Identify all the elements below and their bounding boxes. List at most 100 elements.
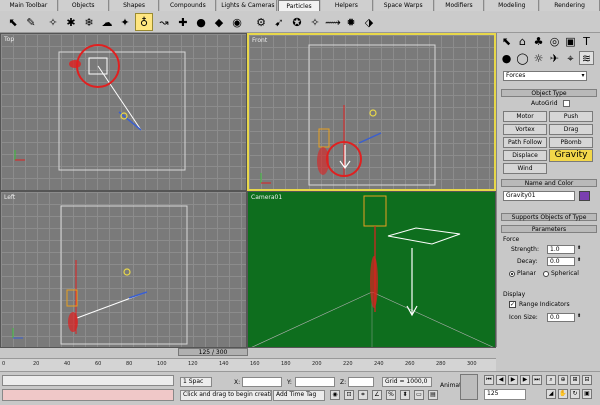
y-coord-field[interactable] bbox=[295, 377, 335, 387]
viewport-left[interactable]: Left bbox=[0, 191, 247, 348]
tab-modifiers[interactable]: Modifiers bbox=[434, 0, 485, 11]
modify-tab-icon[interactable]: ⌂ bbox=[515, 34, 530, 49]
next-frame-icon[interactable]: ▶ bbox=[520, 375, 530, 385]
viewport-front[interactable]: Front bbox=[247, 33, 496, 191]
prev-frame-icon[interactable]: ◀ bbox=[496, 375, 506, 385]
shapes-icon[interactable]: ◯ bbox=[515, 51, 530, 65]
zoom-all-icon[interactable]: ⊕ bbox=[558, 375, 568, 385]
geometry-icon[interactable]: ● bbox=[499, 51, 514, 65]
push-button[interactable]: Push bbox=[549, 111, 593, 122]
pdynaflect-icon[interactable]: ◆ bbox=[210, 13, 228, 31]
decay-spinner-icon[interactable]: ⬍ bbox=[577, 257, 581, 263]
sdeflector-icon[interactable]: ◉ bbox=[228, 13, 246, 31]
vortex-button[interactable]: Vortex bbox=[503, 124, 547, 135]
vortex-icon[interactable]: ✪ bbox=[288, 13, 306, 31]
path-follow-button[interactable]: Path Follow bbox=[503, 137, 547, 148]
path-follow-icon[interactable]: ⟿ bbox=[324, 13, 342, 31]
tab-lights-cameras[interactable]: Lights & Cameras bbox=[217, 0, 278, 11]
tab-main-toolbar[interactable]: Main Toolbar bbox=[0, 0, 58, 11]
current-frame-field[interactable]: 125 bbox=[484, 389, 526, 400]
tab-shapes[interactable]: Shapes bbox=[109, 0, 160, 11]
category-dropdown[interactable]: Forces bbox=[503, 71, 587, 81]
spinner-snap-icon[interactable]: ⬍ bbox=[400, 390, 410, 400]
parray-icon[interactable]: ✦ bbox=[116, 13, 134, 31]
go-to-start-icon[interactable]: ⏮ bbox=[484, 375, 494, 385]
blizzard-icon[interactable]: ❄ bbox=[80, 13, 98, 31]
percent-snap-icon[interactable]: % bbox=[386, 390, 396, 400]
select-icon[interactable]: ⬉ bbox=[4, 13, 22, 31]
rollout-name-and-color[interactable]: Name and Color bbox=[501, 179, 597, 187]
snow-icon[interactable]: ✱ bbox=[62, 13, 80, 31]
bomb-icon[interactable]: ● bbox=[192, 13, 210, 31]
z-coord-field[interactable] bbox=[348, 377, 374, 387]
orbit-icon[interactable]: ↻ bbox=[570, 389, 580, 399]
motor-icon[interactable]: ⚙ bbox=[252, 13, 270, 31]
zoom-icon[interactable]: ⌕ bbox=[546, 375, 556, 385]
frame-ruler[interactable]: 0 20 40 60 80 100 120 140 160 180 200 22… bbox=[0, 358, 496, 371]
spherical-radio[interactable] bbox=[543, 271, 549, 277]
tab-space-warps[interactable]: Space Warps bbox=[373, 0, 434, 11]
zoom-extents-icon[interactable]: ⊞ bbox=[570, 375, 580, 385]
add-time-tag-button[interactable]: Add Time Tag bbox=[273, 390, 325, 401]
displace-icon[interactable]: ⬗ bbox=[360, 13, 378, 31]
x-coord-field[interactable] bbox=[242, 377, 282, 387]
display-tab-icon[interactable]: ▣ bbox=[563, 34, 578, 49]
utilities-tab-icon[interactable]: T bbox=[579, 34, 594, 49]
pbomb-icon[interactable]: ✹ bbox=[342, 13, 360, 31]
go-to-end-icon[interactable]: ⏭ bbox=[532, 375, 542, 385]
range-indicators-checkbox[interactable]: ✓ bbox=[509, 301, 516, 308]
play-icon[interactable]: ▶ bbox=[508, 375, 518, 385]
ortho-icon[interactable]: ▭ bbox=[414, 390, 424, 400]
tab-compounds[interactable]: Compounds bbox=[160, 0, 217, 11]
decay-input[interactable]: 0.0 bbox=[547, 257, 575, 266]
drag-button[interactable]: Drag bbox=[549, 124, 593, 135]
deflector-icon[interactable]: ✚ bbox=[174, 13, 192, 31]
tab-helpers[interactable]: Helpers bbox=[320, 0, 373, 11]
angle-snap-icon[interactable]: ∠ bbox=[372, 390, 382, 400]
tab-modeling[interactable]: Modeling bbox=[485, 0, 540, 11]
gravity-button[interactable]: Gravity bbox=[549, 149, 593, 162]
hierarchy-tab-icon[interactable]: ♣ bbox=[531, 34, 546, 49]
viewport-top[interactable]: Top bbox=[0, 33, 247, 191]
lock-icon[interactable]: ◉ bbox=[330, 390, 340, 400]
snap-icon[interactable]: ⌗ bbox=[358, 390, 368, 400]
pbomb-button[interactable]: PBomb bbox=[549, 137, 593, 148]
zoom-extents-all-icon[interactable]: ⊟ bbox=[582, 375, 592, 385]
tab-rendering[interactable]: Rendering bbox=[540, 0, 600, 11]
icon-size-input[interactable]: 0.0 bbox=[547, 313, 575, 322]
helpers-icon[interactable]: ⌖ bbox=[563, 51, 578, 65]
time-slider[interactable]: 125 / 300 bbox=[178, 348, 248, 356]
spray-icon[interactable]: ✧ bbox=[44, 13, 62, 31]
gravity-space-warp-icon[interactable]: ♁ bbox=[135, 13, 153, 31]
lights-icon[interactable]: ☼ bbox=[531, 51, 546, 65]
wind-icon[interactable]: ↝ bbox=[155, 13, 173, 31]
tab-particles[interactable]: Particles bbox=[278, 0, 320, 11]
displace-button[interactable]: Displace bbox=[503, 150, 547, 161]
chevron-down-icon[interactable]: ▾ bbox=[579, 71, 587, 81]
maxscript-listener[interactable] bbox=[2, 375, 174, 386]
create-tab-icon[interactable]: ⬉ bbox=[499, 34, 514, 49]
key-mode-icon[interactable]: ▤ bbox=[428, 390, 438, 400]
motion-tab-icon[interactable]: ◎ bbox=[547, 34, 562, 49]
object-color-swatch[interactable] bbox=[579, 191, 590, 201]
drag-icon[interactable]: ✧ bbox=[306, 13, 324, 31]
animate-button[interactable] bbox=[460, 374, 478, 400]
cameras-icon[interactable]: ✈ bbox=[547, 51, 562, 65]
tab-objects[interactable]: Objects bbox=[58, 0, 109, 11]
fov-icon[interactable]: ◢ bbox=[546, 389, 556, 399]
rollout-parameters[interactable]: Parameters bbox=[501, 225, 597, 233]
viewport-camera[interactable]: Camera01 bbox=[247, 191, 496, 348]
object-name-field[interactable]: Gravity01 bbox=[503, 191, 575, 201]
strength-input[interactable]: 1.0 bbox=[547, 245, 575, 254]
absolute-mode-icon[interactable]: ⊡ bbox=[344, 390, 354, 400]
pan-icon[interactable]: ✋ bbox=[558, 389, 568, 399]
motor-button[interactable]: Motor bbox=[503, 111, 547, 122]
maximize-viewport-icon[interactable]: ▣ bbox=[582, 389, 592, 399]
wind-button[interactable]: Wind bbox=[503, 163, 547, 174]
pf-source-icon[interactable]: ✎ bbox=[22, 13, 40, 31]
pcloud-icon[interactable]: ☁ bbox=[98, 13, 116, 31]
space-warps-icon[interactable]: ≋ bbox=[579, 51, 594, 65]
push-icon[interactable]: ➹ bbox=[270, 13, 288, 31]
rollout-supports-objects[interactable]: Supports Objects of Type bbox=[501, 213, 597, 221]
icon-size-spinner-icon[interactable]: ⬍ bbox=[577, 313, 581, 319]
